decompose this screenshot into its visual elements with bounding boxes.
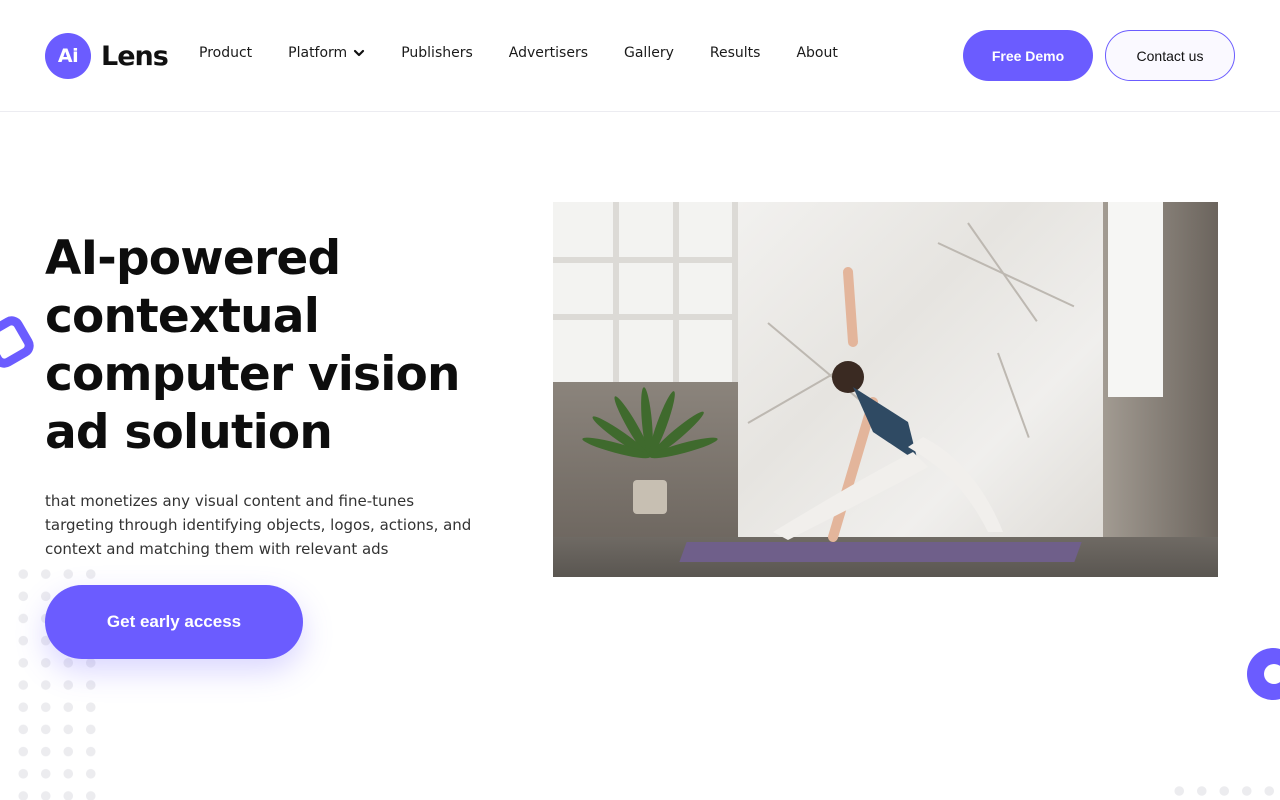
hero-subtitle: that monetizes any visual content and fi… — [45, 492, 472, 558]
nav-item-gallery[interactable]: Gallery — [624, 45, 674, 61]
logo-text: Lens — [101, 40, 169, 72]
window-frame — [553, 314, 738, 320]
contact-us-button[interactable]: Contact us — [1105, 30, 1235, 81]
window-left — [553, 202, 738, 382]
window-frame — [613, 202, 619, 382]
nav-item-label: Gallery — [624, 45, 674, 61]
nav-item-publishers[interactable]: Publishers — [401, 45, 473, 61]
site-header: Ai Lens Product Platform Publishers Adve… — [0, 0, 1280, 112]
free-demo-button[interactable]: Free Demo — [963, 30, 1093, 81]
window-right — [1108, 202, 1163, 397]
plant-pot — [633, 480, 667, 514]
nav-item-product[interactable]: Product — [199, 45, 252, 61]
nav-item-label: Platform — [288, 45, 348, 61]
decorative-dot-grid-right — [1168, 780, 1280, 800]
window-frame — [673, 202, 679, 382]
nav-item-label: Advertisers — [508, 45, 588, 61]
nav-item-label: Publishers — [401, 45, 473, 61]
nav-item-platform[interactable]: Platform — [288, 45, 365, 61]
nav-item-label: Product — [199, 45, 253, 61]
chevron-down-icon — [354, 49, 365, 57]
nav-item-label: About — [796, 45, 838, 61]
nav-item-results[interactable]: Results — [710, 45, 761, 61]
hero-title: AI-powered contextual computer vision ad… — [45, 231, 461, 460]
logo[interactable]: Ai Lens — [45, 33, 169, 79]
nav-item-advertisers[interactable]: Advertisers — [509, 45, 588, 61]
yoga-figure — [773, 267, 1003, 542]
logo-badge: Ai — [45, 33, 91, 79]
decorative-rounded-square — [0, 311, 39, 373]
hero-image — [553, 202, 1218, 577]
get-early-access-button[interactable]: Get early access — [45, 585, 303, 659]
window-frame — [553, 257, 738, 263]
decorative-ring — [1247, 648, 1280, 700]
main-nav: Product Platform Publishers Advertisers … — [199, 45, 838, 61]
nav-item-about[interactable]: About — [796, 45, 837, 61]
nav-item-label: Results — [709, 45, 761, 61]
